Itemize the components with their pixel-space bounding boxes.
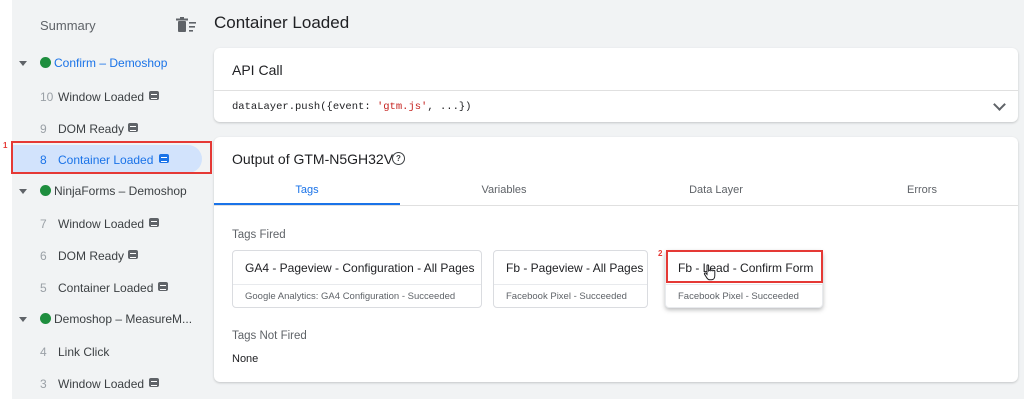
tag-name: GA4 - Pageview - Configuration - All Pag…	[245, 261, 475, 275]
sidebar-group-demoshop[interactable]: Demoshop – MeasureM...	[12, 305, 212, 333]
event-number: 7	[40, 217, 47, 231]
annotation-number-2: 2	[658, 249, 663, 258]
page-title: Container Loaded	[214, 13, 350, 32]
sidebar-item-label: DOM Ready	[58, 122, 125, 136]
output-header: Output of GTM-N5GH32V	[232, 151, 394, 167]
expand-caret-icon[interactable]	[19, 317, 27, 322]
sidebar-item-window-loaded[interactable]: 7 Window Loaded	[12, 209, 212, 237]
tag-card-fb-pageview[interactable]: Fb - Pageview - All Pages Facebook Pixel…	[493, 250, 648, 308]
help-icon[interactable]: ?	[392, 152, 405, 165]
tag-detail: Facebook Pixel - Succeeded	[678, 291, 799, 302]
api-call-header: API Call	[232, 62, 283, 78]
api-call-card: API Call dataLayer.push({event: 'gtm.js'…	[214, 48, 1018, 122]
active-tab-indicator	[214, 203, 400, 205]
tab-tags[interactable]: Tags	[217, 184, 397, 196]
sidebar-group-ninjaforms[interactable]: NinjaForms – Demoshop	[12, 177, 212, 205]
summary-label: Summary	[40, 18, 96, 33]
event-number: 10	[40, 90, 54, 104]
divider	[666, 284, 822, 285]
summary-row[interactable]: Summary	[12, 8, 212, 42]
tag-icon	[128, 123, 138, 132]
output-card: Output of GTM-N5GH32V ? Tags Variables D…	[214, 137, 1018, 382]
sidebar-item-link-click[interactable]: 4 Link Click	[12, 337, 212, 365]
sidebar-group-label: Demoshop – MeasureM...	[54, 312, 193, 326]
code-suffix: , ...})	[427, 101, 472, 113]
sidebar-item-label: Window Loaded	[58, 377, 145, 391]
tag-detail: Google Analytics: GA4 Configuration - Su…	[245, 291, 456, 302]
event-number: 3	[40, 377, 47, 391]
sidebar-item-window-loaded[interactable]: 10 Window Loaded	[12, 82, 212, 110]
expand-caret-icon[interactable]	[19, 61, 27, 66]
divider	[214, 90, 1018, 91]
delete-sweep-icon[interactable]	[176, 17, 198, 35]
tab-variables[interactable]: Variables	[414, 184, 594, 196]
tab-errors[interactable]: Errors	[832, 184, 1012, 196]
sidebar-item-label: DOM Ready	[58, 249, 125, 263]
tag-icon	[158, 282, 168, 291]
event-number: 4	[40, 345, 47, 359]
sidebar-group-label: Confirm – Demoshop	[54, 56, 168, 70]
sidebar-item-dom-ready[interactable]: 9 DOM Ready	[12, 114, 212, 142]
tab-data-layer[interactable]: Data Layer	[626, 184, 806, 196]
tag-icon	[149, 91, 159, 100]
status-success-icon	[40, 57, 51, 68]
status-success-icon	[40, 313, 51, 324]
tag-detail: Facebook Pixel - Succeeded	[506, 291, 627, 302]
tag-name: Fb - Pageview - All Pages	[506, 261, 644, 275]
event-number: 6	[40, 249, 47, 263]
tag-icon	[149, 378, 159, 387]
sidebar-item-dom-ready[interactable]: 6 DOM Ready	[12, 241, 212, 269]
sidebar-item-label: Container Loaded	[58, 281, 154, 295]
chevron-down-icon[interactable]	[993, 98, 1006, 111]
event-number: 5	[40, 281, 47, 295]
sidebar-item-window-loaded[interactable]: 3 Window Loaded	[12, 369, 212, 397]
tags-not-fired-label: Tags Not Fired	[232, 330, 307, 342]
tag-card-ga4-pageview[interactable]: GA4 - Pageview - Configuration - All Pag…	[232, 250, 482, 308]
annotation-number-1: 1	[3, 141, 8, 150]
divider	[494, 284, 647, 285]
tags-fired-label: Tags Fired	[232, 229, 286, 241]
expand-caret-icon[interactable]	[19, 189, 27, 194]
annotation-box-1	[11, 141, 212, 174]
sidebar-item-label: Link Click	[58, 345, 110, 359]
code-string: 'gtm.js'	[376, 101, 428, 113]
output-tabs: Tags Variables Data Layer Errors	[214, 177, 1018, 206]
tag-icon	[149, 218, 159, 227]
sidebar-group-confirm[interactable]: Confirm – Demoshop	[12, 49, 212, 77]
api-call-code: dataLayer.push({event: 'gtm.js', ...})	[232, 101, 471, 113]
status-success-icon	[40, 185, 51, 196]
code-prefix: dataLayer.push({event:	[232, 101, 377, 113]
hand-cursor-icon	[703, 264, 717, 282]
event-number: 9	[40, 122, 47, 136]
divider	[233, 284, 481, 285]
tag-icon	[128, 250, 138, 259]
sidebar-item-label: Window Loaded	[58, 90, 145, 104]
sidebar: Summary Confirm – Demoshop 10 Window Loa…	[12, 0, 212, 399]
annotation-box-2	[666, 250, 823, 283]
sidebar-item-container-loaded[interactable]: 5 Container Loaded	[12, 273, 212, 301]
sidebar-item-label: Window Loaded	[58, 217, 145, 231]
sidebar-group-label: NinjaForms – Demoshop	[54, 184, 187, 198]
tags-not-fired-value: None	[232, 353, 259, 365]
